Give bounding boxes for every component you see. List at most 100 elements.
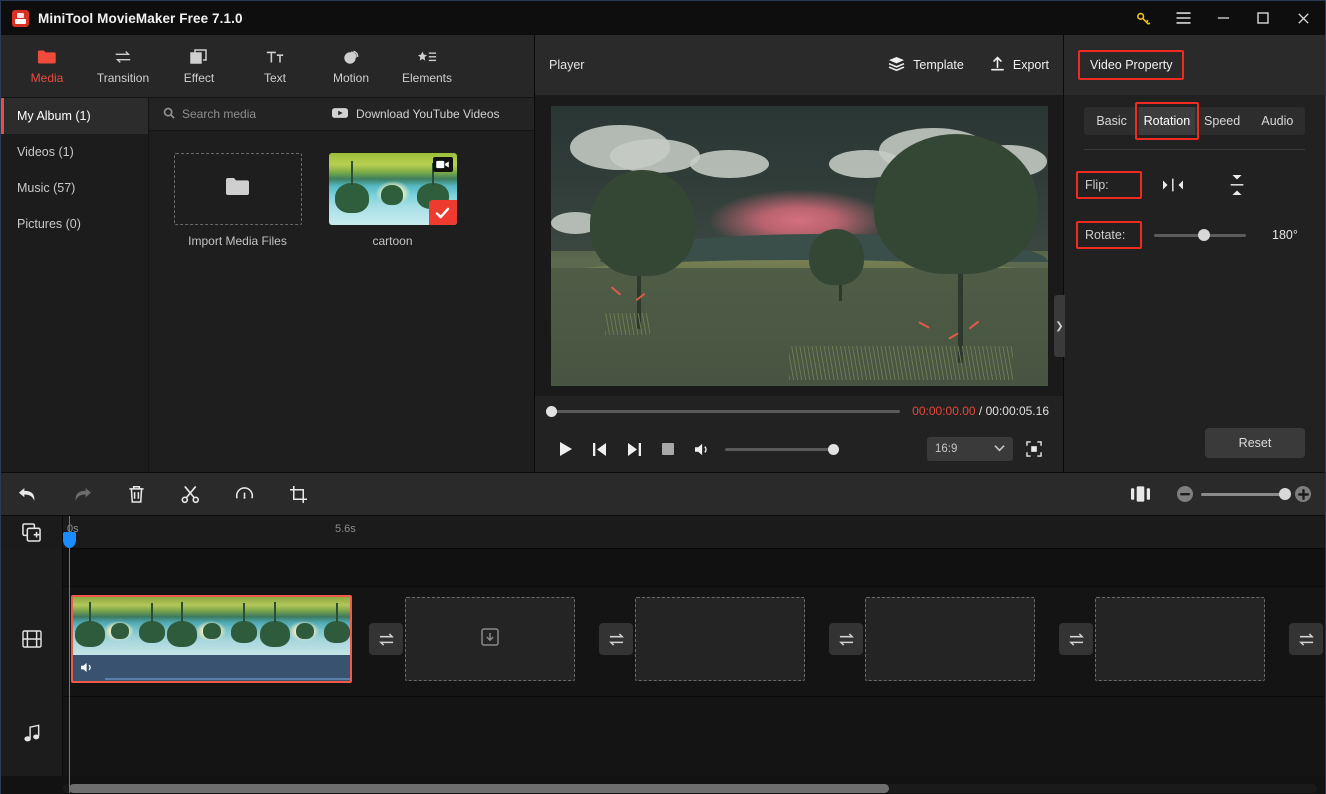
speed-button[interactable] [217,472,271,516]
split-scissors-button[interactable] [163,472,217,516]
speaker-icon[interactable] [80,661,95,679]
effect-squares-icon [190,48,208,66]
video-property-body: ❯ Basic Rotation Speed Audio Flip: Rotat… [1054,95,1325,472]
nav-tab-effect[interactable]: Effect [161,37,237,95]
media-item-cartoon[interactable]: cartoon [324,153,461,248]
play-button[interactable] [549,432,583,466]
key-icon[interactable] [1123,1,1163,35]
export-button[interactable]: Export [990,55,1049,75]
import-media-dropzone[interactable] [173,153,302,225]
rotate-handle[interactable] [1198,229,1210,241]
app-logo-icon [12,9,29,27]
nav-tab-transition[interactable]: Transition [85,37,161,95]
media-thumbnail[interactable] [328,153,457,225]
reset-button[interactable]: Reset [1205,428,1305,458]
aspect-ratio-select[interactable]: 16:9 [927,437,1013,461]
zoom-slider[interactable] [1201,488,1291,500]
album-item-music[interactable]: Music (57) [1,170,148,206]
search-input[interactable]: Search media [163,107,256,122]
preview-tree [873,133,1038,274]
clip-frame-trunk [89,602,91,622]
title-bar: MiniTool MovieMaker Free 7.1.0 [1,1,1325,35]
edit-toolbar [1,472,1325,516]
timeline-subtrack[interactable] [63,548,1325,586]
transition-slot[interactable] [829,623,863,655]
subtrack-gutter [1,548,63,586]
timeline-ruler[interactable]: 0s 5.6s [63,516,1325,548]
stop-button[interactable] [651,432,685,466]
nav-tab-elements[interactable]: Elements [389,37,465,95]
delete-button[interactable] [109,472,163,516]
panel-collapse-handle[interactable]: ❯ [1054,295,1065,357]
tab-speed[interactable]: Speed [1195,107,1250,135]
volume-button[interactable] [685,432,719,466]
preview-tree [590,169,695,277]
video-preview[interactable] [550,105,1048,386]
tab-rotation[interactable]: Rotation [1135,102,1199,140]
elements-star-list-icon [417,48,437,66]
transition-slot[interactable] [1059,623,1093,655]
zoom-out-button[interactable] [1177,486,1193,502]
seek-slider[interactable] [546,405,901,417]
flip-horizontal-icon[interactable] [1154,171,1192,199]
flip-vertical-icon[interactable] [1218,171,1256,199]
transition-slot[interactable] [1289,623,1323,655]
album-item-videos[interactable]: Videos (1) [1,134,148,170]
nav-tab-media[interactable]: Media [9,37,85,95]
nav-tab-bar: Media Transition Effect Text Motion Elem… [1,35,534,98]
preview-cloud [610,139,700,173]
next-frame-button[interactable] [617,432,651,466]
timeline-scrollbar-thumb[interactable] [69,783,889,793]
folder-import-icon [225,176,251,202]
timeline-clip-cartoon[interactable] [71,595,352,683]
timeline-scrollbar[interactable] [63,783,1317,793]
album-item-my-album[interactable]: My Album (1) [1,98,148,134]
import-media-cell[interactable]: Import Media Files [169,153,306,248]
crop-button[interactable] [271,472,325,516]
placeholder-slot[interactable] [405,597,575,681]
minimize-icon[interactable] [1203,1,1243,35]
nav-tab-motion[interactable]: Motion [313,37,389,95]
close-icon[interactable] [1283,1,1323,35]
zoom-handle[interactable] [1279,488,1291,500]
playhead[interactable] [63,516,76,793]
rotate-slider[interactable] [1154,229,1246,241]
album-label: Music (57) [17,181,76,195]
undo-button[interactable] [1,472,55,516]
tab-audio[interactable]: Audio [1250,107,1305,135]
nav-tab-label: Media [30,70,64,85]
menu-icon[interactable] [1163,1,1203,35]
audio-track-header[interactable] [1,696,63,776]
fit-timeline-icon[interactable] [1113,472,1167,516]
fullscreen-icon[interactable] [1019,436,1049,462]
timeline-video-track[interactable] [63,586,1325,696]
previous-frame-button[interactable] [583,432,617,466]
template-button[interactable]: Template [888,56,964,74]
zoom-in-button[interactable] [1295,486,1311,502]
timeline-audio-track[interactable] [63,696,1325,776]
nav-tab-text[interactable]: Text [237,37,313,95]
placeholder-slot[interactable] [635,597,805,681]
placeholder-slot[interactable] [1095,597,1265,681]
seek-handle[interactable] [546,405,557,417]
preview-grass [605,312,650,336]
playhead-handle[interactable] [63,532,76,548]
video-track-header[interactable] [1,586,63,696]
placeholder-slot[interactable] [865,597,1035,681]
tab-basic[interactable]: Basic [1084,107,1139,135]
text-tt-icon [265,48,285,66]
timeline: 0s 5.6s [1,516,1325,794]
transition-slot[interactable] [369,623,403,655]
volume-handle[interactable] [828,443,839,455]
volume-slider[interactable] [725,443,839,455]
transition-slot[interactable] [599,623,633,655]
clip-frame-trunk [151,603,153,622]
maximize-icon[interactable] [1243,1,1283,35]
clip-audio-bar[interactable] [73,655,350,681]
redo-button[interactable] [55,472,109,516]
add-track-button[interactable] [1,516,63,548]
download-youtube-button[interactable]: Download YouTube Videos [332,107,500,122]
clip-frame-tree [111,623,129,639]
album-item-pictures[interactable]: Pictures (0) [1,206,148,242]
check-icon[interactable] [428,200,457,225]
